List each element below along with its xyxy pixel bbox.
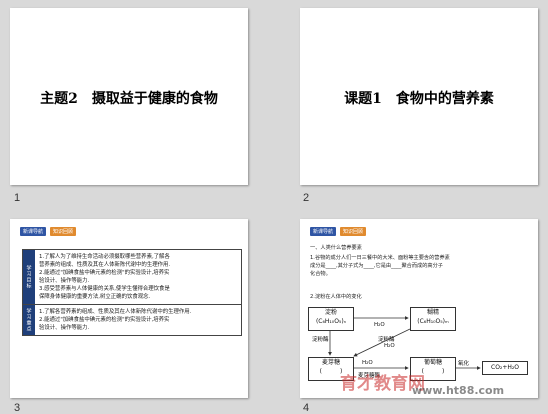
slide-tabs: 新课导航 知识回顾 xyxy=(20,227,77,236)
text-line: 1.了解各营养素的组成、性质及其在人体新陈代谢中的生理作用. xyxy=(39,309,192,315)
table-row: 学习重点 1.了解各营养素的组成、性质及其在人体新陈代谢中的生理作用. 2.能通… xyxy=(23,305,241,335)
tab-label: 新课导航 xyxy=(20,227,47,236)
row-header: 学习重点 xyxy=(23,305,35,335)
slide-thumbnail-1[interactable]: 主题2 摄取益于健康的食物 xyxy=(10,8,248,185)
enzyme-label: 淀粉酶 xyxy=(378,337,395,343)
tab-label: 知识回顾 xyxy=(50,227,77,236)
enzyme-label: 淀粉酶 xyxy=(312,337,329,343)
objectives-table: 学习目标 1.了解人为了维持生命活动必须摄取哪些营养素,了解各 营养素的组成、性… xyxy=(22,249,242,336)
row-header: 学习目标 xyxy=(23,250,35,304)
slide-number: 4 xyxy=(303,402,310,414)
row-content: 1.了解人为了维持生命活动必须摄取哪些营养素,了解各 营养素的组成、性质及其在人… xyxy=(35,250,241,304)
slide-title: 主题2 摄取益于健康的食物 xyxy=(40,91,218,107)
text-line: 验设计、操作等能力. xyxy=(39,325,90,331)
slide-thumbnail-4[interactable]: 新课导航 知识回顾 一、人类什么营养要素 1.谷物的成分人们一日三餐中的大米、面… xyxy=(300,219,538,398)
slide-title: 课题1 食物中的营养素 xyxy=(344,91,494,107)
reagent-label: H₂O xyxy=(374,322,385,328)
text-line: 2.能通过"加碘食盐中碘元素的检测"的实验设计,培养实 xyxy=(39,317,170,323)
slide-thumbnail-3[interactable]: 新课导航 知识回顾 学习目标 1.了解人为了维持生命活动必须摄取哪些营养素,了解… xyxy=(10,219,248,398)
slide-number: 1 xyxy=(14,192,21,204)
process-label: 氧化 xyxy=(458,361,470,367)
text-line: 1.了解人为了维持生命活动必须摄取哪些营养素,了解各 xyxy=(39,254,170,260)
reagent-label: H₂O xyxy=(362,360,373,366)
table-row: 学习目标 1.了解人为了维持生命活动必须摄取哪些营养素,了解各 营养素的组成、性… xyxy=(23,250,241,305)
watermark-url: www.ht88.com xyxy=(412,384,505,397)
slide-thumbnail-2[interactable]: 课题1 食物中的营养素 xyxy=(300,8,538,185)
text-line: 2.能通过"加碘食盐中碘元素的检测"的实验设计,培养实 xyxy=(39,270,170,276)
reagent-label: H₂O xyxy=(384,343,395,349)
row-content: 1.了解各营养素的组成、性质及其在人体新陈代谢中的生理作用. 2.能通过"加碘食… xyxy=(35,305,241,335)
text-line: 3.感受营养素与人体健康的关系,使学生懂得合理饮食是 xyxy=(39,286,170,292)
slide-number: 2 xyxy=(303,192,310,204)
text-line: 保障身体健康的重要方法,树立正确的饮食观念. xyxy=(39,294,151,300)
slide-number: 3 xyxy=(14,402,21,414)
text-line: 验设计、操作等能力. xyxy=(39,278,90,284)
text-line: 营养素的组成、性质及其在人体新陈代谢中的生理作用. xyxy=(39,262,171,268)
